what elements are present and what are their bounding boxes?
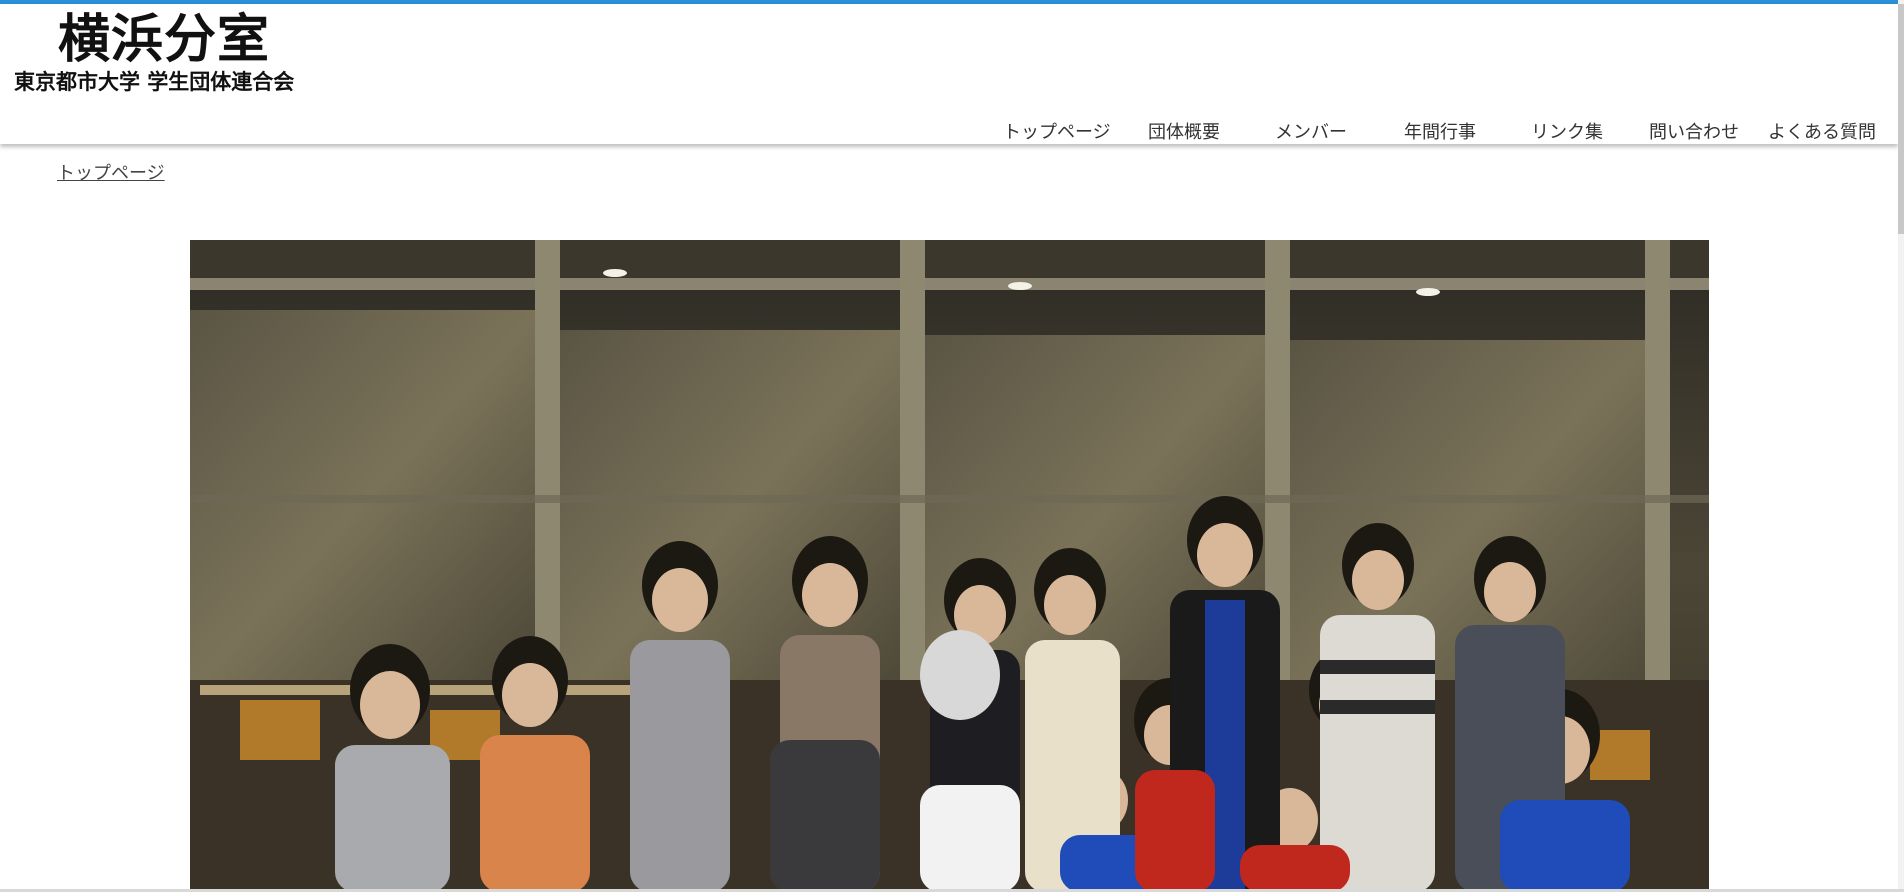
site-title[interactable]: 横浜分室 <box>58 10 270 70</box>
scrollbar-thumb[interactable] <box>1898 4 1904 234</box>
site-subtitle: 東京都市大学 学生団体連合会 <box>14 69 295 94</box>
nav-item-links[interactable]: リンク集 <box>1531 116 1603 150</box>
hero-group-photo <box>190 240 1709 892</box>
nav-item-contact[interactable]: 問い合わせ <box>1649 116 1739 150</box>
breadcrumb-top-link[interactable]: トップページ <box>57 160 165 188</box>
nav-item-faq[interactable]: よくある質問 <box>1768 116 1876 150</box>
main-nav: トップページ 団体概要 メンバー 年間行事 リンク集 問い合わせ よくある質問 <box>990 116 1890 150</box>
site-header: 横浜分室 東京都市大学 学生団体連合会 トップページ 団体概要 メンバー 年間行… <box>0 4 1898 144</box>
nav-item-about[interactable]: 団体概要 <box>1148 116 1220 150</box>
nav-item-members[interactable]: メンバー <box>1275 116 1347 150</box>
nav-item-top[interactable]: トップページ <box>1003 116 1111 150</box>
group-photo-image <box>190 240 1709 892</box>
vertical-scrollbar[interactable] <box>1898 0 1904 892</box>
nav-item-annual-events[interactable]: 年間行事 <box>1404 116 1476 150</box>
